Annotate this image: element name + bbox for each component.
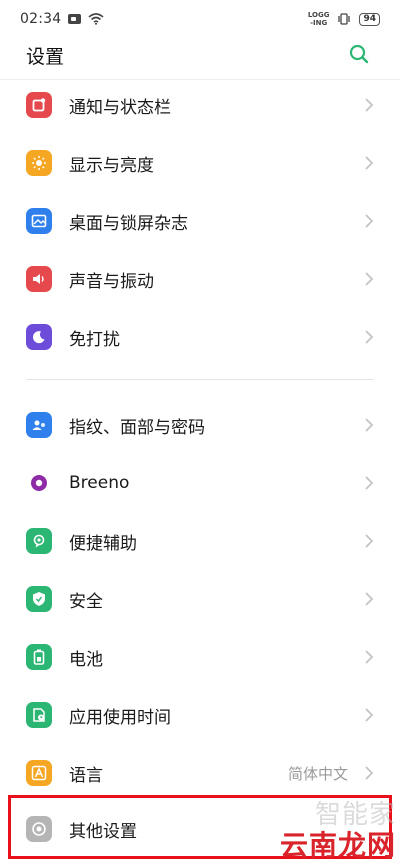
settings-item-language[interactable]: 语言 简体中文	[0, 744, 400, 802]
item-label: 桌面与锁屏杂志	[69, 213, 188, 234]
item-label: 电池	[69, 649, 103, 670]
language-value: 简体中文	[287, 764, 348, 783]
item-label: 通知与状态栏	[69, 97, 171, 118]
page-title: 设置	[26, 46, 65, 68]
app-usage-icon	[26, 702, 52, 728]
item-label: 安全	[69, 591, 103, 612]
settings-item-fingerprint-face-password[interactable]: 指纹、面部与密码	[0, 396, 400, 454]
item-label: 指纹、面部与密码	[69, 417, 205, 438]
settings-item-assist[interactable]: 便捷辅助	[0, 512, 400, 570]
chevron-right-icon	[365, 98, 374, 112]
item-label: 声音与振动	[69, 271, 154, 292]
settings-item-wallpaper[interactable]: 桌面与锁屏杂志	[0, 192, 400, 250]
settings-item-sound[interactable]: 声音与振动	[0, 250, 400, 308]
moon-icon	[26, 324, 52, 350]
item-label: 应用使用时间	[69, 707, 171, 728]
settings-item-app-usage[interactable]: 应用使用时间	[0, 686, 400, 744]
vibrate-icon	[338, 13, 351, 25]
header: 设置	[0, 38, 400, 80]
assist-icon	[26, 528, 52, 554]
battery-icon	[26, 644, 52, 670]
search-icon[interactable]	[348, 43, 370, 65]
chevron-right-icon	[365, 418, 374, 432]
language-icon	[26, 760, 52, 786]
breeno-icon	[26, 470, 52, 496]
item-label: 显示与亮度	[69, 155, 154, 176]
logging-line1: LOGG	[307, 11, 330, 19]
settings-item-display[interactable]: 显示与亮度	[0, 134, 400, 192]
message-icon	[68, 14, 82, 24]
item-label: 便捷辅助	[69, 533, 137, 554]
chevron-right-icon	[365, 330, 374, 344]
logging-indicator: LOGG -ING	[308, 11, 330, 27]
shield-icon	[26, 586, 52, 612]
item-label: 免打扰	[69, 329, 120, 350]
notification-icon	[26, 92, 52, 118]
chevron-right-icon	[365, 766, 374, 780]
brightness-icon	[26, 150, 52, 176]
chevron-right-icon	[365, 708, 374, 722]
fingerprint-icon	[26, 412, 52, 438]
wifi-icon	[88, 13, 104, 25]
settings-item-do-not-disturb[interactable]: 免打扰	[0, 308, 400, 366]
chevron-right-icon	[365, 272, 374, 286]
status-bar: 02:34 LOGG -ING 94	[0, 0, 400, 38]
settings-item-security[interactable]: 安全	[0, 570, 400, 628]
sound-icon	[26, 266, 52, 292]
chevron-right-icon	[365, 214, 374, 228]
settings-item-battery[interactable]: 电池	[0, 628, 400, 686]
chevron-right-icon	[365, 534, 374, 548]
settings-screen: 02:34 LOGG -ING 94 设置 通知与状态栏 显示与亮度 桌面与锁屏…	[0, 0, 400, 866]
logging-line2: -ING	[310, 19, 328, 27]
battery-level: 94	[359, 12, 380, 26]
status-time: 02:34	[20, 11, 62, 27]
wallpaper-icon	[26, 208, 52, 234]
item-label: 语言	[69, 765, 103, 786]
chevron-right-icon	[365, 156, 374, 170]
chevron-right-icon	[365, 476, 374, 490]
item-label: Breeno	[69, 473, 130, 493]
settings-item-breeno[interactable]: Breeno	[0, 454, 400, 512]
chevron-right-icon	[365, 650, 374, 664]
highlight-box	[8, 795, 392, 859]
settings-item-notifications[interactable]: 通知与状态栏	[0, 76, 400, 134]
chevron-right-icon	[365, 592, 374, 606]
